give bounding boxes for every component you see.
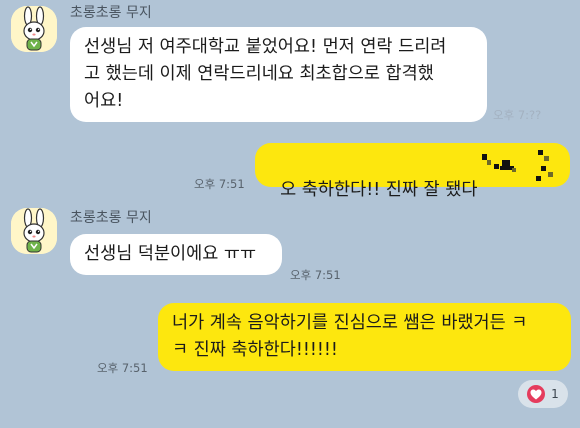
message-time: 오후 7:51 [97,361,148,375]
message-time: 오후 7:?? [493,108,542,122]
avatar[interactable] [11,6,57,52]
sender-name: 초롱초롱 무지 [70,210,152,226]
rabbit-avatar-icon [11,6,57,52]
heart-icon [527,385,546,403]
message-bubble-outgoing[interactable]: 너가 계속 음악하기를 진심으로 쌤은 바랬거든 ㅋ ㅋ 진짜 축하한다!!!!… [158,303,571,371]
sender-name: 초롱초롱 무지 [70,5,152,21]
avatar[interactable] [11,208,57,254]
censored-mosaic [478,148,562,188]
message-bubble-incoming[interactable]: 선생님 저 여주대학교 붙었어요! 먼저 연락 드리려 고 했는데 이제 연락드… [70,27,487,122]
message-text: 오 축하한다!! 진짜 잘 됐다 [280,180,478,200]
rabbit-avatar-icon [11,208,57,254]
reaction-badge[interactable]: 1 [518,380,568,408]
message-time: 오후 7:51 [290,268,341,282]
message-time: 오후 7:51 [194,177,245,191]
message-bubble-incoming[interactable]: 선생님 덕분이에요 ㅠㅠ [70,234,282,275]
reaction-count: 1 [551,387,559,401]
